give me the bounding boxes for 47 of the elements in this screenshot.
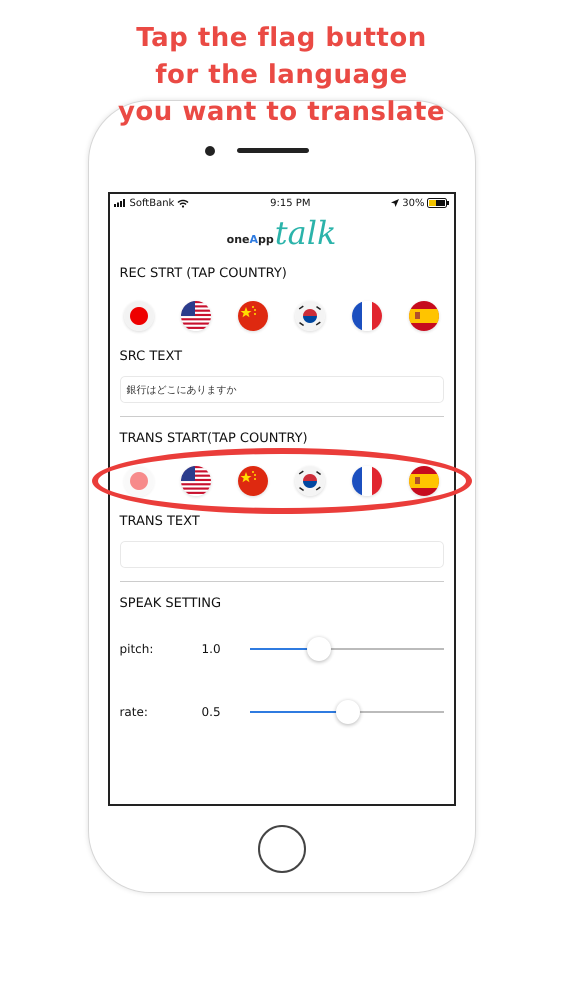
section-heading: SRC TEXT	[120, 349, 182, 364]
slider-label: rate:	[120, 705, 149, 719]
flag-button[interactable]	[295, 301, 326, 331]
app-logo: oneApp talk	[226, 213, 338, 252]
slider-label: pitch:	[120, 642, 154, 656]
location-arrow-icon	[391, 199, 400, 207]
flag-button[interactable]	[409, 466, 440, 496]
flag-button[interactable]	[295, 466, 326, 496]
flag-icon	[352, 301, 382, 331]
flag-icon	[238, 466, 268, 496]
section-heading: REC STRT (TAP COUNTRY)	[120, 266, 287, 281]
flag-button[interactable]	[180, 301, 211, 331]
headline-text: Tap the flag button	[136, 22, 427, 55]
flag-icon	[352, 466, 382, 496]
flag-icon	[409, 466, 440, 496]
flag-icon	[409, 301, 440, 331]
flag-icon	[124, 301, 154, 331]
flag-icon	[238, 301, 268, 331]
slider-reading: 1.0	[202, 642, 222, 656]
slider-thumb[interactable]	[336, 700, 360, 724]
camera-icon	[204, 146, 214, 156]
slider[interactable]	[250, 700, 444, 724]
flag-button[interactable]	[352, 466, 382, 496]
time-text: 9:15 PM	[270, 198, 310, 208]
home-button[interactable]	[258, 825, 306, 873]
battery-text: 30%	[402, 198, 424, 208]
carrier-text: SoftBank	[130, 198, 174, 208]
headline-text: for the language	[155, 59, 408, 92]
flag-icon	[295, 301, 326, 331]
flag-icon	[295, 466, 326, 496]
headline-text: you want to translate	[118, 96, 446, 129]
flag-button[interactable]	[409, 301, 440, 331]
speaker-icon	[236, 148, 308, 153]
slider-reading: 0.5	[202, 705, 222, 719]
wifi-icon	[177, 198, 190, 208]
source-text-field[interactable]: 銀行はどこにありますか	[120, 376, 444, 403]
signal-icon	[114, 199, 126, 207]
flag-icon	[180, 466, 211, 496]
slider[interactable]	[250, 637, 444, 661]
battery-icon	[427, 198, 450, 208]
section-heading: TRANS TEXT	[120, 514, 200, 529]
section-heading: SPEAK SETTING	[120, 596, 222, 611]
flag-button[interactable]	[352, 301, 382, 331]
slider-thumb[interactable]	[307, 637, 332, 661]
flag-button[interactable]	[180, 466, 211, 496]
section-heading: TRANS START(TAP COUNTRY)	[120, 431, 308, 446]
flag-icon	[180, 301, 211, 331]
